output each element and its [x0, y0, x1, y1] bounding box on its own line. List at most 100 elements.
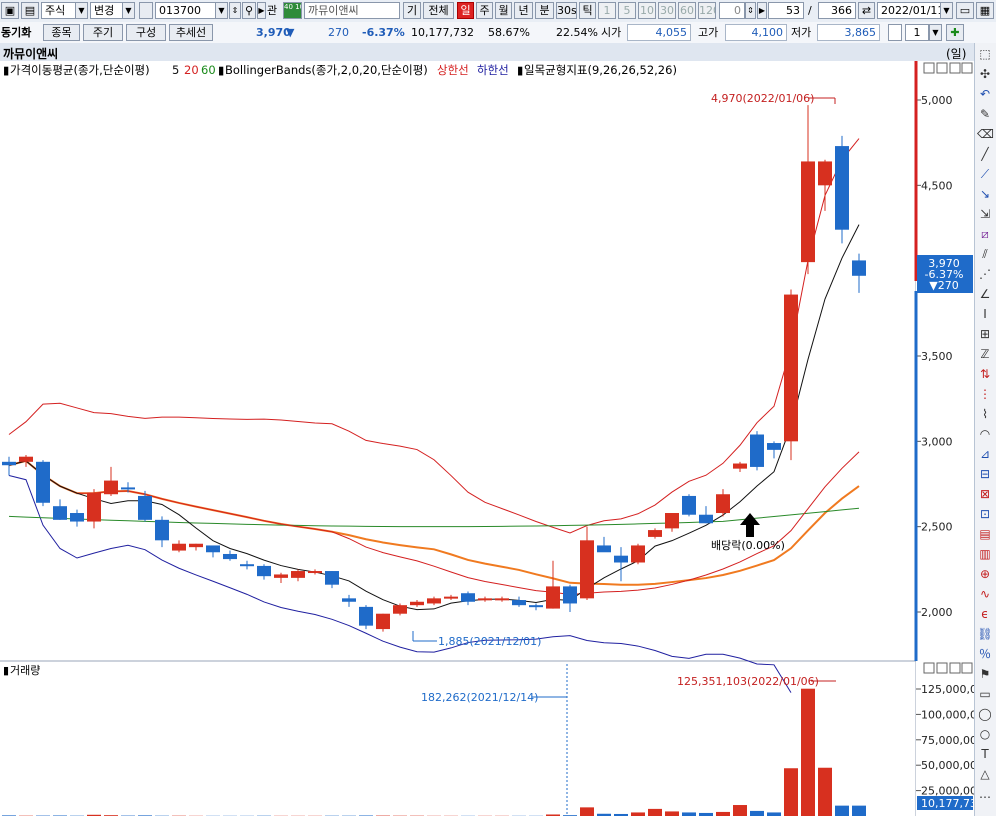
percent-icon[interactable]: ％: [977, 646, 993, 662]
vertical-line-icon[interactable]: Ⅰ: [977, 306, 993, 322]
zero-input[interactable]: 0: [719, 2, 745, 19]
chevron-down-icon[interactable]: ▼: [940, 2, 953, 19]
box-icon[interactable]: ⊡: [977, 506, 993, 522]
chevron-down-icon[interactable]: ▼: [122, 2, 135, 19]
total-input[interactable]: 366: [818, 2, 856, 19]
stock-code-input[interactable]: 013700: [155, 2, 217, 19]
play-icon[interactable]: ▶: [257, 2, 266, 19]
item-button[interactable]: 종목: [43, 24, 80, 41]
gann-icon[interactable]: ⊿: [977, 446, 993, 462]
period-minute[interactable]: 분: [535, 2, 554, 19]
checkbox-icon[interactable]: [139, 2, 153, 19]
price-change: 270: [328, 26, 349, 39]
wave-icon[interactable]: ∿: [977, 586, 993, 602]
sync-label[interactable]: 동기화: [1, 24, 31, 41]
period-30s[interactable]: 30s: [556, 2, 577, 19]
gi-button[interactable]: 기: [403, 2, 421, 19]
eraser-icon[interactable]: ⌫: [977, 126, 994, 142]
ray-icon[interactable]: ⇲: [977, 206, 993, 222]
undo-icon[interactable]: ↶: [977, 86, 993, 102]
flag-icon[interactable]: ⚑: [977, 666, 993, 682]
range-icon[interactable]: ⇅: [977, 366, 993, 382]
period-month[interactable]: 월: [495, 2, 512, 19]
stock-name-field[interactable]: 까뮤이앤씨: [304, 2, 400, 19]
chevron-down-icon[interactable]: ▼: [75, 2, 88, 19]
circle-icon[interactable]: ○: [977, 726, 993, 742]
trendline-button[interactable]: 추세선: [169, 24, 213, 41]
cross-icon[interactable]: ⊕: [977, 566, 993, 582]
cycle-icon[interactable]: ⌇: [977, 406, 993, 422]
rectangle-icon[interactable]: ▭: [977, 686, 993, 702]
add-icon[interactable]: ✚: [946, 24, 964, 41]
more-icon[interactable]: …: [977, 786, 993, 802]
column-icon[interactable]: ▥: [977, 546, 993, 562]
window-menu-icon[interactable]: ▣: [1, 2, 19, 19]
all-button[interactable]: 전체: [423, 2, 454, 19]
screen-icon[interactable]: ▤: [21, 2, 39, 19]
minute-option[interactable]: 120: [698, 2, 716, 19]
crosshair-icon[interactable]: ✣: [977, 66, 993, 82]
legend-ma-icon: ▮: [3, 63, 9, 77]
price-pane[interactable]: [0, 61, 916, 661]
legend-ma20[interactable]: 20: [184, 63, 199, 77]
legend-bb[interactable]: BollingerBands(종가,2,0,20,단순이평): [225, 63, 428, 77]
count-input[interactable]: 53: [768, 2, 804, 19]
checkbox-icon[interactable]: [888, 24, 902, 41]
play-icon[interactable]: ▶: [757, 2, 767, 19]
legend-ichimoku[interactable]: 일목균형지표(9,26,26,52,26): [524, 63, 677, 77]
grid-icon[interactable]: ⊞: [977, 326, 993, 342]
chart-area[interactable]: ▮ 가격이동평균(종가,단순이평) 5 20 60 ▮ BollingerBan…: [0, 61, 974, 816]
config-button[interactable]: 구성: [126, 24, 166, 41]
spin-icon[interactable]: ⇕: [745, 2, 756, 19]
chk-value-input[interactable]: 1: [905, 24, 929, 41]
resize-icon[interactable]: ⇄: [858, 2, 875, 19]
trend-icon[interactable]: ⟋: [977, 166, 993, 182]
arc-icon[interactable]: ◠: [977, 426, 993, 442]
angle-icon[interactable]: ∠: [977, 286, 993, 302]
spin-icon[interactable]: ⇕: [229, 2, 241, 19]
date-input[interactable]: 2022/01/11: [877, 2, 941, 19]
text-icon[interactable]: T: [977, 746, 993, 762]
line-icon[interactable]: ╱: [977, 146, 993, 162]
ellipse-icon[interactable]: ◯: [977, 706, 993, 722]
config-icon[interactable]: ▦: [976, 2, 994, 19]
pencil-icon[interactable]: ✎: [977, 106, 993, 122]
chevron-down-icon[interactable]: ▼: [929, 24, 942, 41]
legend-ma5[interactable]: 5: [172, 63, 179, 77]
minute-option[interactable]: 1: [598, 2, 616, 19]
triangle-icon[interactable]: △: [977, 766, 993, 782]
legend-bb-upper[interactable]: 상한선: [437, 63, 469, 77]
bar-icon[interactable]: ▤: [977, 526, 993, 542]
minute-option[interactable]: 30: [658, 2, 676, 19]
period-day[interactable]: 일: [457, 2, 474, 19]
minute-option[interactable]: 10: [638, 2, 656, 19]
chevron-down-icon[interactable]: ▼: [215, 2, 228, 19]
fan-icon[interactable]: ⋰: [977, 266, 993, 282]
market-select[interactable]: 주식: [41, 2, 78, 19]
period-tick[interactable]: 틱: [579, 2, 596, 19]
speed-icon[interactable]: ⊟: [977, 466, 993, 482]
zz-icon[interactable]: ℤ: [977, 346, 993, 362]
legend-ma[interactable]: 가격이동평균(종가,단순이평): [10, 63, 150, 77]
volume-bar: [648, 808, 662, 816]
period-year[interactable]: 년: [514, 2, 533, 19]
channel-icon[interactable]: ⧄: [977, 226, 993, 242]
parallel-icon[interactable]: ⫽: [977, 246, 993, 262]
cursor-icon[interactable]: ⬚: [977, 46, 993, 62]
fibo-icon[interactable]: ⋮: [977, 386, 993, 402]
legend-bb-lower[interactable]: 하한선: [477, 63, 509, 77]
gwan-label[interactable]: 관: [267, 3, 277, 18]
ratio-badge[interactable]: 40 100: [283, 2, 302, 19]
spiral-icon[interactable]: ϵ: [977, 606, 993, 622]
period-button[interactable]: 주기: [83, 24, 123, 41]
search-icon[interactable]: ⚲: [242, 2, 256, 19]
link-icon[interactable]: ⛓: [977, 626, 993, 642]
table-icon[interactable]: ⊠: [977, 486, 993, 502]
period-week[interactable]: 주: [476, 2, 493, 19]
arrow-line-icon[interactable]: ↘: [977, 186, 993, 202]
minute-option[interactable]: 5: [618, 2, 636, 19]
legend-ma60[interactable]: 60: [201, 63, 216, 77]
change-select[interactable]: 변경: [90, 2, 124, 19]
minute-option[interactable]: 60: [678, 2, 696, 19]
save-icon[interactable]: ▭: [956, 2, 974, 19]
